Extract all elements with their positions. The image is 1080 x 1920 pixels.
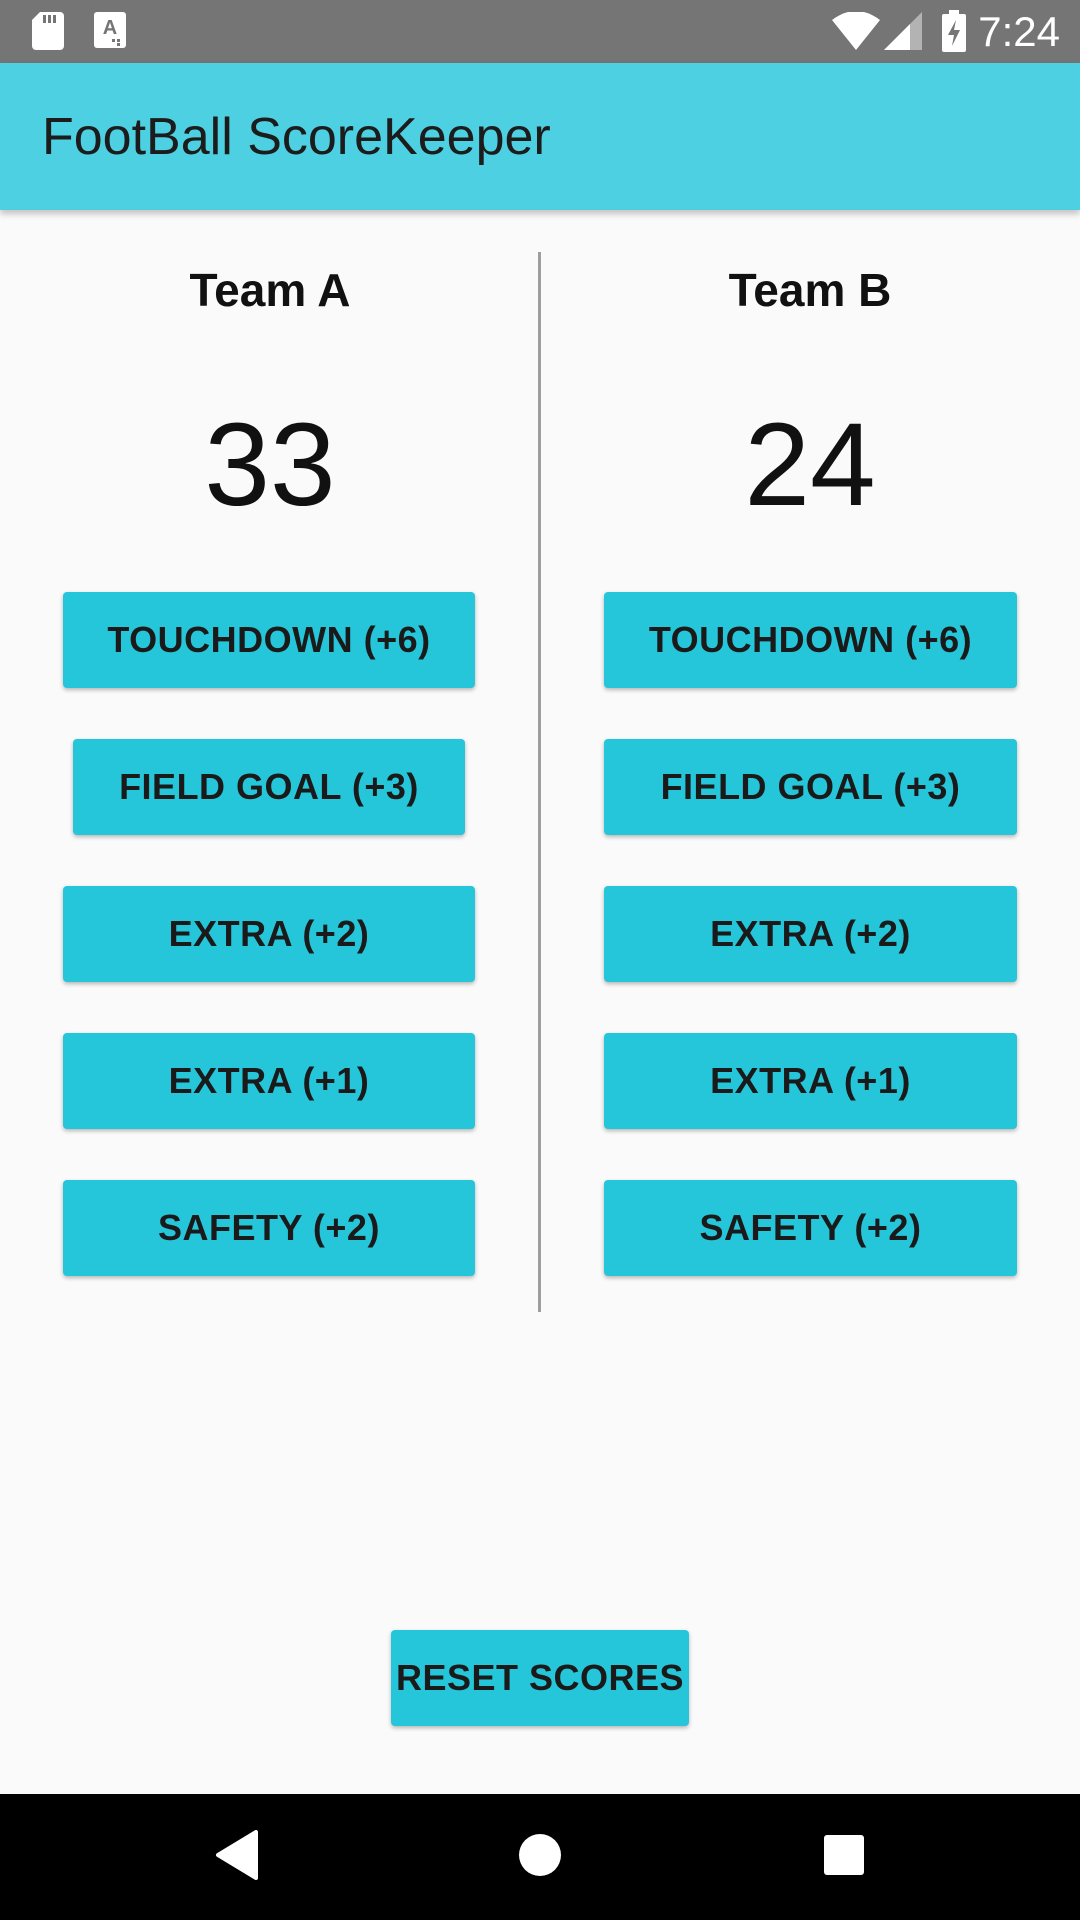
home-button[interactable] [470,1794,610,1920]
font-a-icon: A [94,12,126,53]
battery-charging-icon [942,10,966,57]
team-b-extra-1-button[interactable]: EXTRA (+1) [604,1033,1017,1129]
team-a-score: 33 [204,399,336,531]
recents-icon [823,1834,865,1881]
team-a-name: Team A [189,264,351,316]
team-a-extra-1-button[interactable]: EXTRA (+1) [63,1033,475,1129]
recents-button[interactable] [774,1794,914,1920]
status-time: 7:24 [978,8,1060,55]
reset-scores-button[interactable]: RESET SCORES [391,1630,689,1726]
team-b-name: Team B [728,264,892,316]
team-b-extra-2-button[interactable]: EXTRA (+2) [604,886,1017,982]
back-button[interactable] [166,1794,306,1920]
team-b-score: 24 [744,399,876,531]
team-a-field-goal-button[interactable]: FIELD GOAL (+3) [73,739,465,835]
status-bar: A 7:24 [0,0,1080,63]
team-a-safety-button[interactable]: SAFETY (+2) [63,1180,475,1276]
home-icon [518,1833,562,1882]
wifi-icon [832,11,880,55]
team-b-touchdown-button[interactable]: TOUCHDOWN (+6) [604,592,1017,688]
team-a-touchdown-button[interactable]: TOUCHDOWN (+6) [63,592,475,688]
back-icon [214,1829,258,1885]
app-title: FootBall ScoreKeeper [42,108,551,166]
team-a-extra-2-button[interactable]: EXTRA (+2) [63,886,475,982]
sd-card-icon [32,12,64,55]
team-b-safety-button[interactable]: SAFETY (+2) [604,1180,1017,1276]
team-b-field-goal-button[interactable]: FIELD GOAL (+3) [604,739,1017,835]
signal-icon [884,12,922,55]
svg-text:A: A [103,17,117,39]
app-bar: FootBall ScoreKeeper [0,63,1080,210]
navigation-bar [0,1794,1080,1920]
